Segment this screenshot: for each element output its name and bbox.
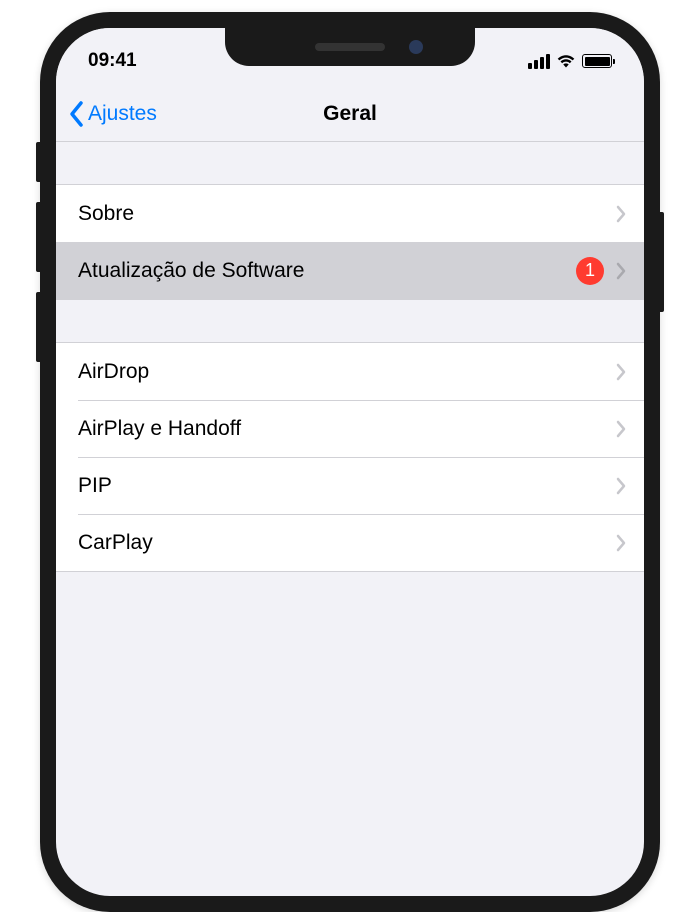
phone-frame: 09:41 Ajust [40,12,660,912]
chevron-right-icon [616,262,626,280]
list-item-pip[interactable]: PIP [56,457,644,514]
navigation-bar: Ajustes Geral [56,86,644,142]
list-group-1: Sobre Atualização de Software 1 [56,184,644,300]
screen: 09:41 Ajust [56,28,644,896]
list-item-carplay[interactable]: CarPlay [56,514,644,571]
page-title: Geral [323,102,377,126]
chevron-left-icon [68,100,84,128]
cellular-signal-icon [528,54,550,69]
list-item-airplay-handoff[interactable]: AirPlay e Handoff [56,400,644,457]
list-item-label: PIP [78,474,616,498]
list-item-label: CarPlay [78,531,616,555]
list-item-label: Atualização de Software [78,259,576,283]
wifi-icon [556,54,576,69]
chevron-right-icon [616,477,626,495]
list-item-airdrop[interactable]: AirDrop [56,343,644,400]
chevron-right-icon [616,534,626,552]
list-item-label: Sobre [78,202,616,226]
chevron-right-icon [616,205,626,223]
back-label: Ajustes [88,102,157,126]
front-camera [409,40,423,54]
list-item-label: AirPlay e Handoff [78,417,616,441]
notch [225,28,475,66]
list-group-2: AirDrop AirPlay e Handoff PIP [56,342,644,572]
list-item-about[interactable]: Sobre [56,185,644,242]
notification-badge: 1 [576,257,604,285]
status-icons [528,54,612,69]
section-spacer [56,300,644,342]
side-button [660,212,664,312]
content-area: Sobre Atualização de Software 1 AirDrop [56,142,644,572]
back-button[interactable]: Ajustes [68,100,157,128]
chevron-right-icon [616,420,626,438]
speaker-grille [315,43,385,51]
list-item-label: AirDrop [78,360,616,384]
section-spacer [56,142,644,184]
list-item-software-update[interactable]: Atualização de Software 1 [56,242,644,299]
battery-icon [582,54,612,68]
chevron-right-icon [616,363,626,381]
volume-button [36,292,40,362]
status-time: 09:41 [88,50,137,72]
